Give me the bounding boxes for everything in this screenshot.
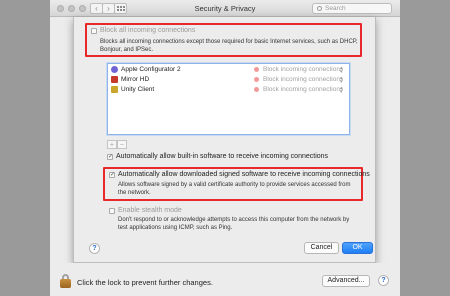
advanced-button[interactable]: Advanced... [322, 275, 370, 287]
firewall-options-sheet: Block all incoming connections Blocks al… [73, 17, 376, 263]
stealth-mode-checkbox[interactable] [109, 208, 115, 214]
stealth-mode-label: Enable stealth mode [118, 207, 182, 214]
help-button[interactable]: ? [89, 243, 100, 254]
app-status: Block incoming connections [263, 76, 344, 83]
app-name: Mirror HD [121, 76, 150, 83]
search-icon [317, 6, 322, 11]
bottom-bar: Click the lock to prevent further change… [50, 263, 400, 296]
auto-builtin-label: Automatically allow built-in software to… [116, 153, 329, 160]
cancel-button[interactable]: Cancel [304, 242, 339, 254]
search-placeholder: Search [325, 5, 346, 12]
app-status: Block incoming connections [263, 66, 344, 73]
help-button-bottom[interactable]: ? [378, 275, 389, 286]
search-field[interactable]: Search [312, 3, 392, 14]
status-popup-chevron-icon[interactable]: ▴ ▾ [340, 86, 343, 95]
background-left [0, 0, 50, 296]
auto-builtin-checkbox[interactable]: ✓ [107, 154, 113, 160]
status-dot-icon [254, 77, 259, 82]
apple-configurator-icon [111, 66, 118, 73]
lock-icon[interactable] [60, 274, 71, 288]
unity-client-icon [111, 86, 118, 93]
status-dot-icon [254, 87, 259, 92]
app-name: Unity Client [121, 86, 155, 93]
stealth-mode-description: Don't respond to or acknowledge attempts… [118, 217, 350, 231]
mirror-hd-icon [111, 76, 118, 83]
app-connection-list[interactable]: Apple Configurator 2 Block incoming conn… [107, 63, 350, 135]
list-item[interactable]: Mirror HD Block incoming connections ▴ ▾ [108, 75, 349, 85]
add-app-button[interactable]: + [107, 140, 117, 149]
list-item[interactable]: Unity Client Block incoming connections … [108, 85, 349, 95]
background-right [400, 0, 450, 296]
auto-signed-description: Allows software signed by a valid certif… [118, 182, 351, 196]
ok-button[interactable]: OK [342, 242, 373, 254]
status-popup-chevron-icon[interactable]: ▴ ▾ [340, 76, 343, 85]
block-all-checkbox[interactable] [91, 28, 97, 34]
security-privacy-window: ‹ › Security & Privacy Search Block all … [50, 0, 400, 296]
lock-text: Click the lock to prevent further change… [77, 278, 213, 287]
block-all-label: Block all incoming connections [100, 27, 196, 34]
status-dot-icon [254, 67, 259, 72]
auto-signed-label: Automatically allow downloaded signed so… [118, 171, 370, 178]
remove-app-button[interactable]: − [117, 140, 127, 149]
list-item[interactable]: Apple Configurator 2 Block incoming conn… [108, 65, 349, 75]
title-bar: ‹ › Security & Privacy Search [50, 0, 400, 17]
app-name: Apple Configurator 2 [121, 66, 181, 73]
app-status: Block incoming connections [263, 86, 344, 93]
auto-signed-checkbox[interactable]: ✓ [109, 172, 115, 178]
block-all-description: Blocks all incoming connections except t… [100, 39, 358, 53]
status-popup-chevron-icon[interactable]: ▴ ▾ [340, 66, 343, 75]
